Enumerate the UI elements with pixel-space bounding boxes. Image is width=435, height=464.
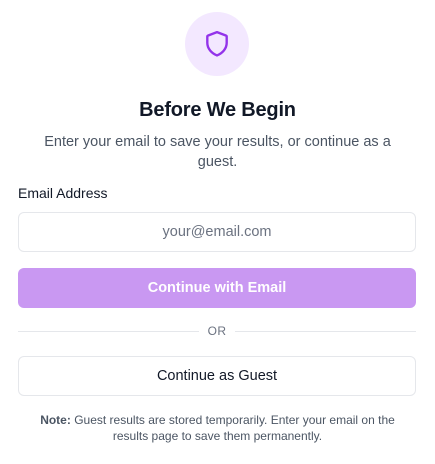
before-we-begin-page: Before We Begin Enter your email to save… <box>0 0 435 464</box>
divider-line-left <box>18 330 199 332</box>
email-field[interactable] <box>18 212 416 252</box>
note-prefix: Note: <box>40 413 71 427</box>
or-divider: OR <box>18 322 416 340</box>
page-subtitle: Enter your email to save your results, o… <box>44 134 391 170</box>
shield-icon <box>206 30 228 57</box>
note-text: Guest results are stored temporarily. En… <box>74 413 395 443</box>
divider-text: OR <box>207 324 227 338</box>
page-title: Before We Begin <box>139 99 296 121</box>
shield-icon-badge <box>185 12 249 76</box>
continue-as-guest-button[interactable]: Continue as Guest <box>18 356 416 396</box>
email-field-label: Email Address <box>18 185 108 201</box>
guest-note: Note: Guest results are stored temporari… <box>22 412 413 444</box>
divider-line-right <box>235 330 416 332</box>
continue-with-email-button[interactable]: Continue with Email <box>18 268 416 308</box>
